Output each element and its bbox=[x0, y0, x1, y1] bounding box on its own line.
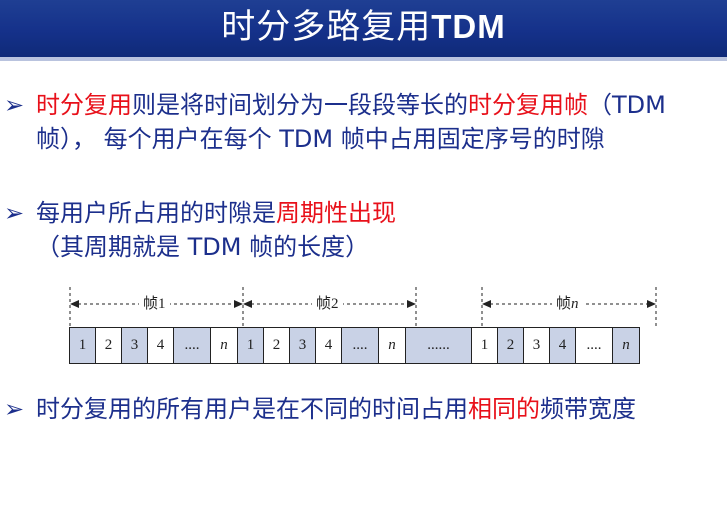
bullet-text: 时分复用的所有用户是在不同的时间占用 bbox=[36, 395, 468, 423]
title-underline bbox=[0, 57, 727, 61]
bullet-text: 每用户所占用的时隙是 bbox=[36, 199, 276, 227]
time-slot-cell: 2 bbox=[497, 327, 524, 364]
bullet-periodic-slot: ➢ 每用户所占用的时隙是周期性出现 （其周期就是 TDM 帧的长度） bbox=[4, 196, 720, 264]
time-slot-cell: 3 bbox=[289, 327, 316, 364]
frame-2-label: 帧2 bbox=[312, 296, 343, 312]
arrow-right-icon bbox=[647, 300, 656, 308]
bullet-text: 时分复用 bbox=[36, 91, 132, 119]
bullet-text: 相同的 bbox=[468, 395, 540, 423]
time-slot-cell: ...... bbox=[405, 327, 472, 364]
time-slot-cell: 3 bbox=[523, 327, 550, 364]
arrow-right-icon bbox=[234, 300, 243, 308]
time-slot-cell: 1 bbox=[237, 327, 264, 364]
bullet-text: 时分复用帧 bbox=[468, 91, 588, 119]
bullet-text: 则是将时间划分为一段段等长的 bbox=[132, 91, 468, 119]
title-bar: 时分多路复用TDM bbox=[0, 0, 727, 57]
bullet-arrow-icon: ➢ bbox=[4, 395, 25, 423]
time-slot-cell: 3 bbox=[121, 327, 148, 364]
frame-n-italic: n bbox=[571, 296, 579, 312]
time-slot-cell: 1 bbox=[69, 327, 96, 364]
time-slot-cell: .... bbox=[341, 327, 379, 364]
time-slot-cell: 4 bbox=[315, 327, 342, 364]
bullet-arrow-icon: ➢ bbox=[4, 199, 25, 227]
arrow-left-icon bbox=[70, 300, 79, 308]
arrow-right-icon bbox=[407, 300, 416, 308]
time-slot-cell: .... bbox=[575, 327, 613, 364]
bullet-text: 频带宽度 bbox=[540, 395, 636, 423]
arrow-left-icon bbox=[243, 300, 252, 308]
frame-1-label: 帧1 bbox=[139, 296, 170, 312]
time-slot-cell: n bbox=[210, 327, 238, 364]
time-slot-cell: 1 bbox=[471, 327, 498, 364]
title-latin: TDM bbox=[431, 8, 506, 45]
time-slot-cell: n bbox=[378, 327, 406, 364]
page-title: 时分多路复用TDM bbox=[0, 2, 727, 52]
arrow-left-icon bbox=[482, 300, 491, 308]
frame-n-prefix: 帧 bbox=[556, 296, 572, 312]
title-cn: 时分多路复用 bbox=[221, 7, 432, 47]
time-slot-cell: .... bbox=[173, 327, 211, 364]
time-slot-cell: 4 bbox=[549, 327, 576, 364]
time-slot-cell: n bbox=[612, 327, 640, 364]
bullet-text: （其周期就是 TDM 帧的长度） bbox=[36, 233, 370, 261]
time-slot-cell: 2 bbox=[263, 327, 290, 364]
time-slot-cell: 4 bbox=[147, 327, 174, 364]
bullet-same-bandwidth: ➢ 时分复用的所有用户是在不同的时间占用相同的频带宽度 bbox=[4, 392, 720, 426]
bullet-arrow-icon: ➢ bbox=[4, 91, 25, 119]
time-slot-cell: 2 bbox=[95, 327, 122, 364]
bullet-text: 周期性出现 bbox=[276, 199, 396, 227]
frame-n-label: 帧n bbox=[552, 296, 583, 312]
time-slot-row: 1 2 3 4.... n 1 2 3 4.... n...... 1 2 3 4.... n bbox=[69, 327, 640, 364]
bullet-time-division: ➢ 时分复用则是将时间划分为一段段等长的时分复用帧（TDM 帧）， 每个用户在每… bbox=[4, 88, 720, 156]
